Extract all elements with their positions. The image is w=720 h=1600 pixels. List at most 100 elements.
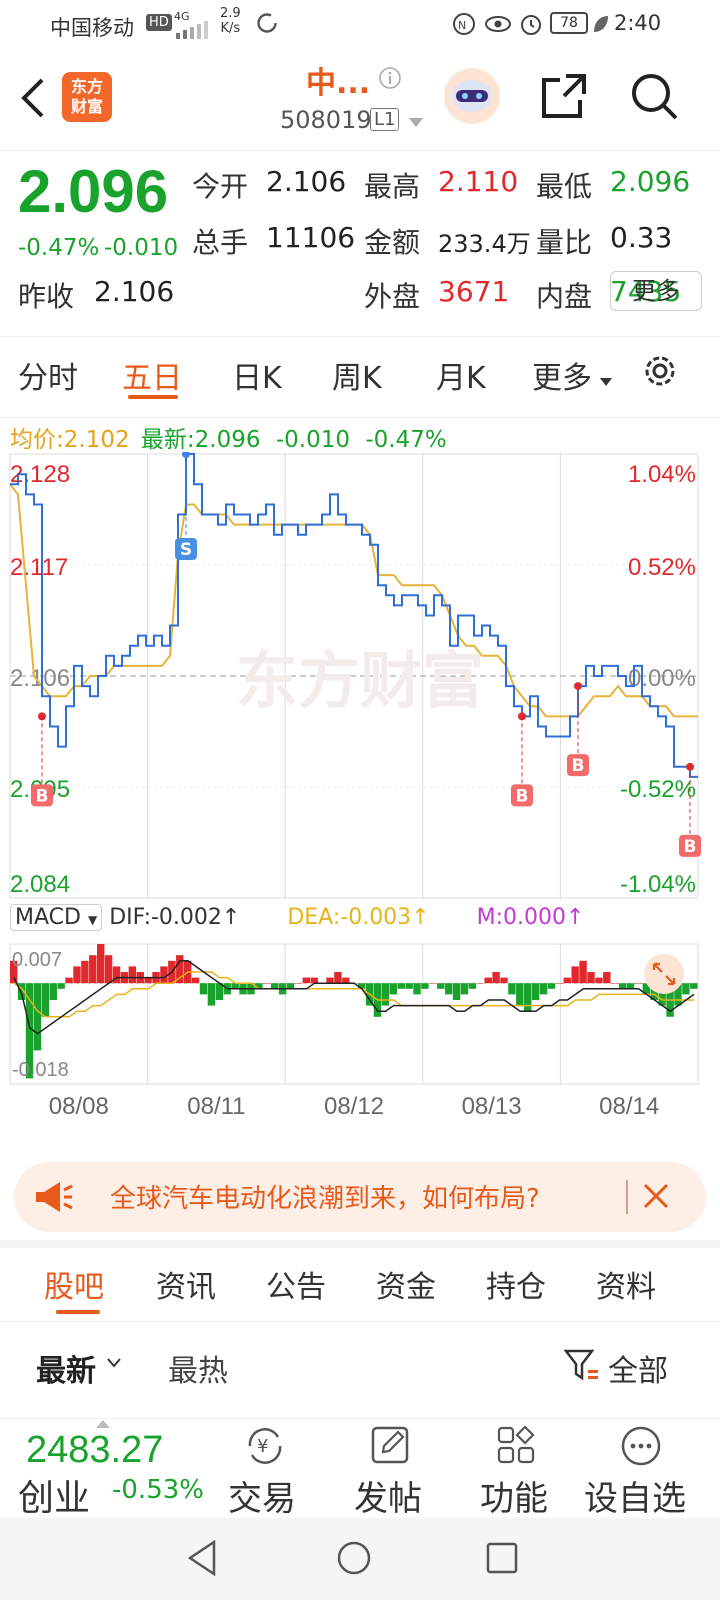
expand-icon — [644, 954, 684, 994]
post-button[interactable]: 发帖 — [354, 1419, 434, 1519]
x-date-label: 08/08 — [49, 1093, 109, 1120]
sync-icon — [256, 12, 278, 39]
svg-text:¥: ¥ — [257, 1436, 268, 1457]
macd-bar — [326, 977, 334, 984]
trade-button[interactable]: ¥ 交易 — [228, 1419, 308, 1519]
news-banner[interactable]: 全球汽车电动化浪潮到来，如何布局? — [14, 1162, 706, 1232]
quote-stat-value: 3671 — [438, 275, 510, 308]
clock-time: 2:40 — [614, 11, 662, 35]
tab-fenshi[interactable]: 分时 — [18, 353, 78, 397]
nav-home-icon[interactable] — [336, 1540, 372, 1580]
triangle-down-icon[interactable] — [600, 373, 612, 392]
tab-week-k[interactable]: 周K — [332, 353, 382, 397]
back-icon[interactable] — [18, 76, 46, 124]
change-pct: -0.47% — [18, 235, 100, 261]
function-button[interactable]: 功能 — [480, 1419, 560, 1519]
stock-title[interactable]: 中... — [306, 58, 370, 102]
y-tick-left: 2.106 — [10, 665, 70, 692]
x-date-label: 08/11 — [187, 1093, 245, 1120]
macd-bar — [547, 983, 556, 989]
macd-bar — [484, 977, 492, 984]
quote-stat-value: 2.106 — [94, 275, 175, 308]
gear-icon[interactable] — [640, 351, 680, 395]
app-logo: 东方 财富 — [62, 72, 112, 122]
battery-icon: 78 — [550, 12, 588, 34]
macd-selector[interactable]: MACD ▼ — [10, 904, 103, 931]
chart-area[interactable]: 均价:2.102 最新:2.096 -0.010 -0.47% 东方财富 2.12… — [0, 420, 720, 1140]
tab-holdings[interactable]: 持仓 — [486, 1262, 546, 1306]
marker-label: B — [516, 786, 529, 806]
macd-bar — [508, 983, 516, 995]
content-tabs: 股吧 资讯 公告 资金 持仓 资料 — [0, 1240, 720, 1322]
tab-announcement[interactable]: 公告 — [266, 1262, 326, 1306]
logo-line-2: 财富 — [70, 97, 103, 116]
index-value: 2483.27 — [26, 1429, 164, 1471]
m-value: M:0.000 — [476, 905, 566, 930]
level-badge[interactable]: L1 — [370, 108, 400, 131]
tab-funds[interactable]: 资金 — [376, 1262, 436, 1306]
speed-unit: K/s — [220, 21, 241, 36]
macd-bar — [571, 966, 579, 984]
more-button[interactable]: 更多 — [610, 271, 702, 311]
macd-bar — [104, 955, 113, 984]
macd-bar — [468, 983, 477, 989]
y-tick-right: 1.04% — [628, 461, 696, 488]
macd-bar — [444, 983, 453, 995]
svg-text:N: N — [458, 19, 466, 32]
index-pct: -0.53% — [112, 1475, 204, 1505]
arrow-up-icon: ↑ — [221, 905, 241, 930]
caret-down-icon[interactable] — [408, 114, 424, 133]
macd-bottom-label: -0.018 — [12, 1059, 69, 1081]
index-ticker[interactable]: 2483.27 创业 -0.53% — [0, 1419, 220, 1519]
sort-row: 最新 最热 全部 — [0, 1322, 720, 1422]
change-value: -0.010 — [104, 235, 179, 261]
robot-assistant-icon[interactable] — [442, 66, 502, 130]
macd-bar — [397, 983, 405, 989]
filter-icon[interactable] — [563, 1348, 600, 1388]
macd-bar — [555, 983, 564, 984]
marker-dot — [182, 452, 190, 458]
macd-bar — [112, 966, 121, 984]
dea-value: DEA:-0.003 — [287, 905, 412, 930]
tab-guba[interactable]: 股吧 — [44, 1262, 104, 1306]
info-icon[interactable] — [378, 66, 402, 94]
macd-bar — [626, 983, 635, 989]
close-icon[interactable] — [642, 1182, 670, 1214]
x-date-label: 08/14 — [599, 1093, 659, 1120]
tab-five-day[interactable]: 五日 — [122, 353, 182, 397]
tab-profile[interactable]: 资料 — [596, 1262, 656, 1306]
search-icon[interactable] — [630, 72, 680, 126]
chevron-down-icon[interactable] — [106, 1354, 122, 1373]
tab-day-k[interactable]: 日K — [232, 353, 282, 397]
bottom-toolbar: 2483.27 创业 -0.53% ¥ 交易 发帖 功能 设自选 — [0, 1418, 720, 1519]
tab-more[interactable]: 更多 — [532, 353, 592, 397]
sort-hot[interactable]: 最热 — [168, 1346, 228, 1390]
watermark: 东方财富 — [236, 644, 484, 717]
caret-down-icon: ▼ — [87, 913, 98, 927]
tab-news[interactable]: 资讯 — [156, 1262, 216, 1306]
macd-bar — [65, 977, 73, 984]
add-watchlist-button[interactable]: 设自选 — [584, 1419, 714, 1519]
macd-bar — [389, 983, 397, 995]
macd-bar — [33, 983, 42, 1051]
marker-label: B — [36, 786, 49, 806]
banner-text[interactable]: 全球汽车电动化浪潮到来，如何布局? — [110, 1178, 540, 1215]
macd-legend: MACD ▼ DIF:-0.002↑ DEA:-0.003↑ M:0.000↑ — [10, 904, 584, 931]
macd-bar — [476, 983, 484, 984]
quote-stat-label: 今开 — [192, 170, 249, 203]
price-chart[interactable]: 东方财富2.1282.1172.1062.0952.0841.04%0.52%0… — [0, 452, 720, 1122]
y-tick-right: -0.52% — [620, 776, 696, 803]
more-dots-icon — [620, 1425, 662, 1471]
signal-icon — [176, 20, 210, 44]
macd-bar — [96, 944, 105, 984]
share-icon[interactable] — [540, 72, 588, 124]
tab-month-k[interactable]: 月K — [436, 353, 486, 397]
period-tabs: 分时 五日 日K 周K 月K 更多 — [0, 336, 720, 418]
marker-dot — [574, 682, 582, 691]
system-nav-bar — [0, 1518, 720, 1600]
quote-stat-value: 0.33 — [610, 221, 673, 254]
filter-all[interactable]: 全部 — [608, 1346, 668, 1390]
nav-recents-icon[interactable] — [486, 1542, 518, 1578]
nav-back-icon[interactable] — [186, 1539, 218, 1580]
sort-latest[interactable]: 最新 — [36, 1346, 96, 1390]
